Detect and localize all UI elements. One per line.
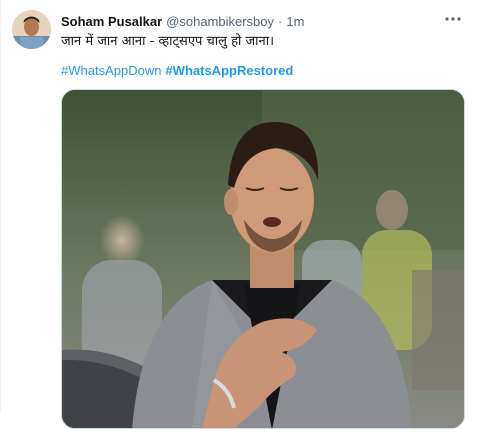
author-name[interactable]: Soham Pusalkar [61,14,162,29]
avatar[interactable] [12,10,51,49]
tweet-text: जान में जान आना - व्हाट्सएप चालु हो जाना… [61,34,275,49]
hashtag-whatsappdown[interactable]: #WhatsAppDown [61,63,161,78]
relieved-man-photo [62,90,464,428]
more-horizontal-icon[interactable] [442,10,464,28]
hashtag-whatsapprestored[interactable]: #WhatsAppRestored [165,63,293,78]
tweet-card[interactable]: Soham Pusalkar @sohambikersboy · 1m जान … [0,0,480,429]
tweet-header: Soham Pusalkar @sohambikersboy · 1m [61,11,440,31]
timestamp[interactable]: 1m [286,14,304,29]
separator-dot: · [278,13,283,29]
avatar-image [12,10,51,49]
hashtag-list: #WhatsAppDown #WhatsAppRestored [61,63,293,78]
tweet-media-image[interactable] [61,89,465,429]
author-handle[interactable]: @sohambikersboy [166,14,274,29]
